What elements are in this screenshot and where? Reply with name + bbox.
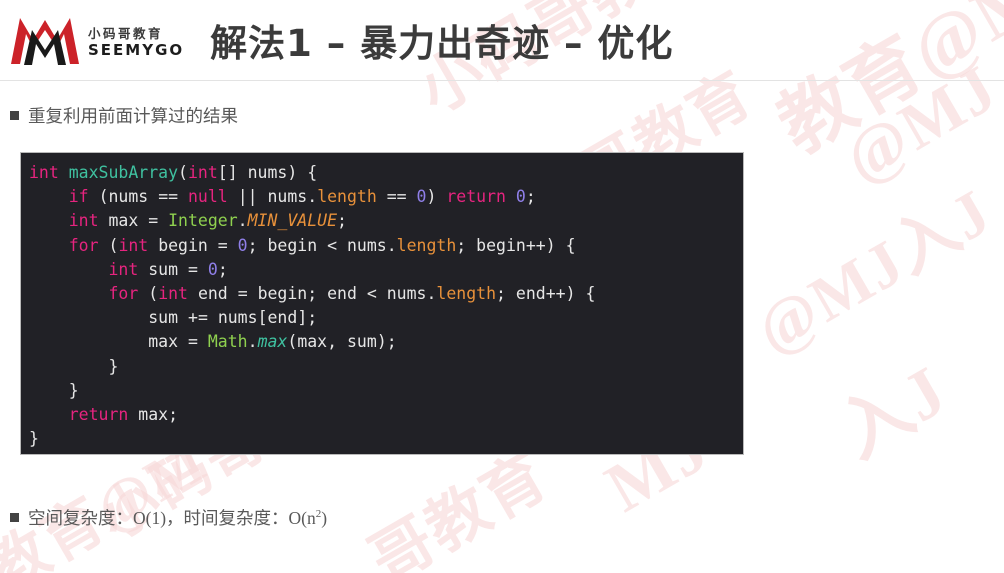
bullet-square-icon xyxy=(10,513,19,522)
bullet-square-icon xyxy=(10,111,19,120)
seemygo-m-logo-icon xyxy=(11,18,79,65)
page-title: 解法1 – 暴力出奇迹 – 优化 xyxy=(210,22,674,65)
slide-header: 小码哥教育 SEEMYGO 解法1 – 暴力出奇迹 – 优化 xyxy=(0,0,1004,80)
bullet-item-complexity: 空间复杂度：O(1)，时间复杂度：O(n2) xyxy=(10,505,327,530)
code-content: int maxSubArray(int[] nums) { if (nums =… xyxy=(29,163,596,449)
slide-canvas: 小码哥教育 SEEMYGO 解法1 – 暴力出奇迹 – 优化 重复利用前面计算过… xyxy=(0,0,1004,573)
bullet-label-reuse: 重复利用前面计算过的结果 xyxy=(28,107,238,127)
bullet-item-reuse: 重复利用前面计算过的结果 xyxy=(10,103,238,128)
code-block: int maxSubArray(int[] nums) { if (nums =… xyxy=(20,152,744,455)
brand-name-cn: 小码哥教育 xyxy=(88,26,164,41)
complexity-prefix: 空间复杂度：O(1)，时间复杂度：O(n xyxy=(28,508,316,528)
brand-logo-text: 小码哥教育 SEEMYGO xyxy=(88,22,184,59)
complexity-suffix: ) xyxy=(321,508,328,528)
brand-logo: 小码哥教育 SEEMYGO xyxy=(8,14,184,66)
bullet-label-complexity: 空间复杂度：O(1)，时间复杂度：O(n2) xyxy=(28,505,327,530)
brand-name-en: SEEMYGO xyxy=(88,41,185,60)
header-divider xyxy=(0,80,1004,81)
